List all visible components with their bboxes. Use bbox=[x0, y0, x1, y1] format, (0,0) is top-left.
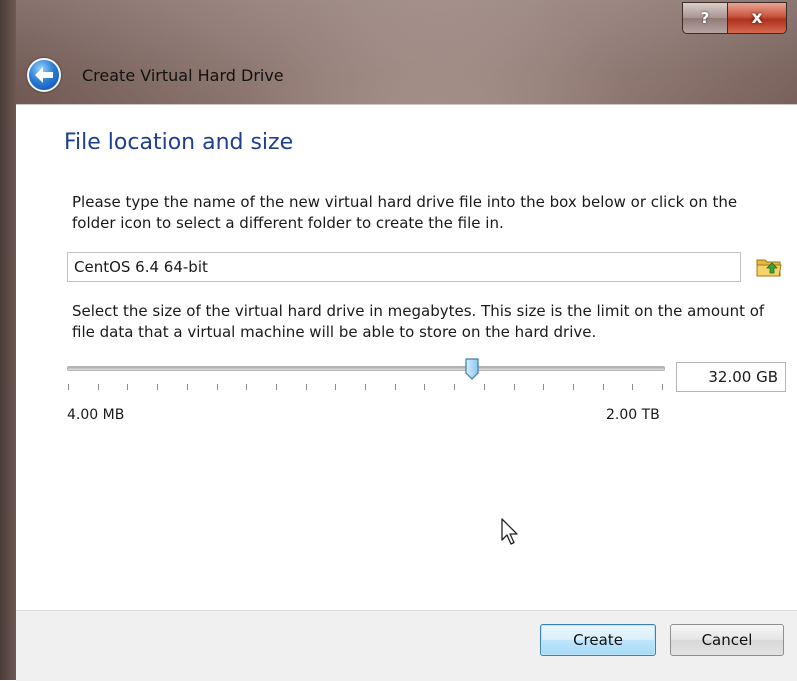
slider-tick bbox=[394, 384, 396, 390]
help-button[interactable]: ? bbox=[683, 3, 728, 33]
slider-handle[interactable] bbox=[465, 358, 479, 380]
back-button[interactable] bbox=[27, 58, 61, 92]
slider-tick bbox=[483, 384, 485, 390]
caption-buttons: ? x bbox=[682, 2, 787, 34]
slider-min-label: 4.00 MB bbox=[67, 407, 125, 423]
page-heading: File location and size bbox=[64, 130, 294, 155]
slider-tick bbox=[305, 384, 307, 390]
slider-tick bbox=[424, 384, 426, 390]
slider-tick bbox=[365, 384, 366, 390]
file-name-input[interactable] bbox=[67, 252, 741, 282]
mouse-cursor-icon bbox=[501, 518, 518, 545]
slider-tick bbox=[97, 384, 99, 390]
slider-tick bbox=[543, 384, 545, 390]
slider-tick bbox=[275, 384, 277, 390]
slider-tick bbox=[335, 384, 337, 390]
window-title: Create Virtual Hard Drive bbox=[82, 66, 284, 85]
slider-tick bbox=[602, 384, 604, 390]
slider-tick bbox=[513, 384, 515, 390]
window-border-left bbox=[0, 0, 16, 680]
size-input[interactable] bbox=[676, 362, 786, 392]
cancel-button[interactable]: Cancel bbox=[670, 624, 784, 656]
choose-folder-button[interactable] bbox=[754, 253, 784, 281]
size-slider[interactable] bbox=[67, 358, 665, 402]
slider-tick bbox=[127, 384, 129, 390]
slider-max-label: 2.00 TB bbox=[606, 407, 660, 423]
slider-tick bbox=[186, 384, 188, 390]
slider-tick bbox=[662, 384, 663, 390]
slider-tick bbox=[246, 384, 248, 390]
slider-track[interactable] bbox=[67, 366, 665, 371]
create-button[interactable]: Create bbox=[540, 624, 656, 656]
folder-icon bbox=[756, 259, 782, 277]
location-description: Please type the name of the new virtual … bbox=[72, 193, 738, 232]
close-button[interactable]: x bbox=[728, 3, 786, 33]
slider-tick bbox=[632, 384, 634, 390]
back-arrow-icon bbox=[35, 67, 53, 83]
slider-tick bbox=[454, 384, 456, 390]
slider-tick bbox=[572, 384, 574, 390]
slider-tick bbox=[157, 384, 159, 390]
slider-tick bbox=[216, 384, 218, 390]
size-description: Select the size of the virtual hard driv… bbox=[72, 302, 765, 341]
slider-tick bbox=[68, 384, 69, 390]
